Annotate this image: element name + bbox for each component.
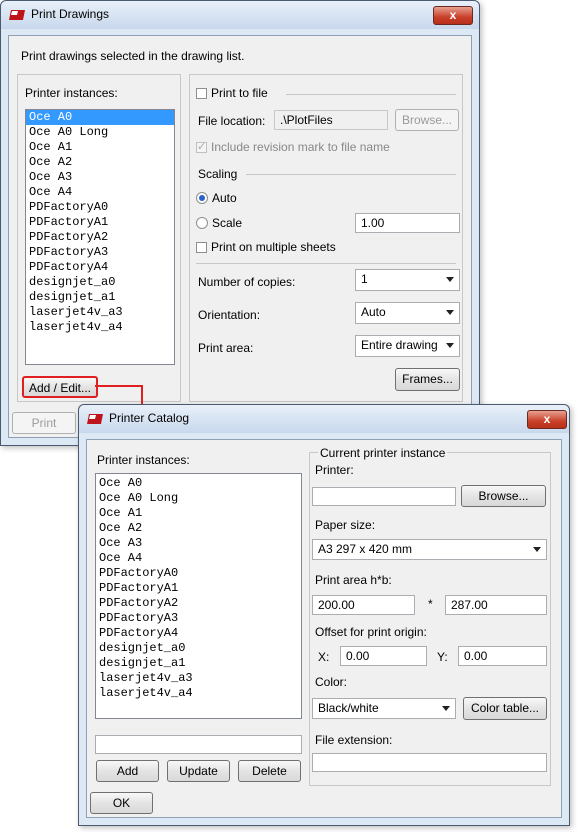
chevron-down-icon xyxy=(533,547,541,552)
color-select[interactable]: Black/white xyxy=(312,698,456,719)
list-item[interactable]: PDFactoryA3 xyxy=(96,611,301,626)
y-label: Y: xyxy=(437,650,448,664)
list-item[interactable]: laserjet4v_a3 xyxy=(96,671,301,686)
printer-catalog-titlebar[interactable]: Printer Catalog x xyxy=(79,405,569,433)
list-item[interactable]: designjet_a1 xyxy=(96,656,301,671)
paper-size-value: A3 297 x 420 mm xyxy=(318,542,413,556)
chevron-down-icon xyxy=(442,706,450,711)
list-item[interactable]: Oce A0 xyxy=(96,476,301,491)
instance-name-field[interactable] xyxy=(95,735,302,754)
list-item[interactable]: PDFactoryA1 xyxy=(96,581,301,596)
catalog-browse-button[interactable]: Browse... xyxy=(461,485,546,507)
delete-button[interactable]: Delete xyxy=(238,760,301,782)
app-icon xyxy=(87,414,103,424)
close-icon[interactable]: x xyxy=(527,410,567,429)
file-extension-label: File extension: xyxy=(315,733,393,747)
current-group-label: Current printer instance xyxy=(318,446,448,460)
offset-label: Offset for print origin: xyxy=(315,625,427,639)
printer-catalog-title: Printer Catalog xyxy=(109,411,190,425)
print-area-h-field[interactable]: 200.00 xyxy=(312,595,415,615)
paper-size-label: Paper size: xyxy=(315,518,376,532)
print-area-times: * xyxy=(428,597,433,611)
printer-catalog-client: Printer instances: Oce A0 Oce A0 Long Oce … xyxy=(86,439,562,818)
offset-y-field[interactable]: 0.00 xyxy=(458,646,547,666)
printer-field[interactable] xyxy=(312,487,456,506)
list-item[interactable]: Oce A0 Long xyxy=(96,491,301,506)
color-table-button[interactable]: Color table... xyxy=(463,697,547,720)
list-item[interactable]: laserjet4v_a4 xyxy=(96,686,301,701)
list-item[interactable]: Oce A2 xyxy=(96,521,301,536)
x-label: X: xyxy=(318,650,330,664)
printer-catalog-window: Printer Catalog x Printer instances: Oce… xyxy=(78,404,570,826)
list-item[interactable]: designjet_a0 xyxy=(96,641,301,656)
list-item[interactable]: PDFactoryA0 xyxy=(96,566,301,581)
connector-line xyxy=(95,385,143,406)
color-label: Color: xyxy=(315,675,348,689)
file-extension-field[interactable] xyxy=(312,753,547,772)
offset-x-field[interactable]: 0.00 xyxy=(340,646,427,666)
update-button[interactable]: Update xyxy=(167,760,230,782)
printer-label: Printer: xyxy=(315,463,354,477)
ok-button[interactable]: OK xyxy=(90,792,153,814)
print-area-hb-label: Print area h*b: xyxy=(315,573,392,587)
catalog-printer-list[interactable]: Oce A0 Oce A0 Long Oce A1 Oce A2 Oce A3 Oce A… xyxy=(95,473,302,719)
color-value: Black/white xyxy=(318,701,379,715)
list-item[interactable]: PDFactoryA4 xyxy=(96,626,301,641)
list-item[interactable]: Oce A1 xyxy=(96,506,301,521)
list-item[interactable]: Oce A4 xyxy=(96,551,301,566)
add-button[interactable]: Add xyxy=(96,760,159,782)
print-area-b-field[interactable]: 287.00 xyxy=(445,595,547,615)
paper-size-select[interactable]: A3 297 x 420 mm xyxy=(312,539,547,560)
list-item[interactable]: PDFactoryA2 xyxy=(96,596,301,611)
catalog-printer-instances-label: Printer instances: xyxy=(97,453,190,467)
list-item[interactable]: Oce A3 xyxy=(96,536,301,551)
